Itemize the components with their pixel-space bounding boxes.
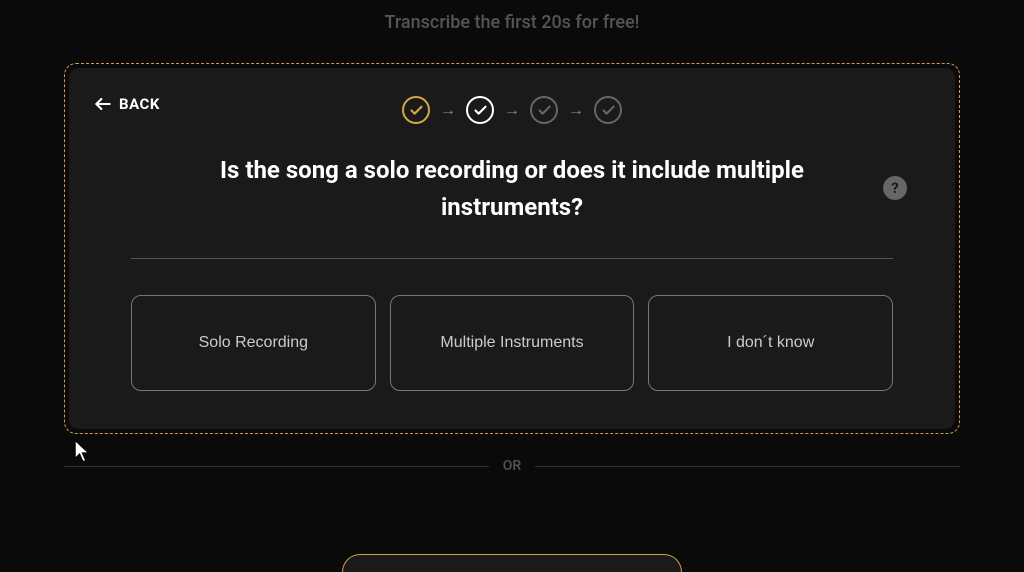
check-icon: [409, 103, 424, 118]
divider: [131, 258, 893, 259]
step-4: [594, 96, 622, 124]
back-label: BACK: [119, 95, 160, 113]
promo-banner: Transcribe the first 20s for free!: [0, 0, 1024, 33]
or-divider: OR: [64, 458, 960, 474]
arrow-right-icon: →: [440, 100, 456, 120]
check-icon: [601, 103, 616, 118]
option-dont-know[interactable]: I don´t know: [648, 295, 893, 391]
help-icon[interactable]: ?: [883, 176, 907, 200]
bottom-button-peek: [342, 554, 682, 572]
step-3: [530, 96, 558, 124]
arrow-right-icon: →: [568, 100, 584, 120]
option-multiple-instruments[interactable]: Multiple Instruments: [390, 295, 635, 391]
question-row: Is the song a solo recording or does it …: [131, 152, 893, 226]
question-modal: BACK → → → Is the song a solo recording …: [69, 68, 955, 429]
step-indicator: → → →: [97, 96, 927, 124]
or-label: OR: [489, 458, 535, 474]
back-button[interactable]: BACK: [93, 94, 160, 114]
step-1: [402, 96, 430, 124]
step-2: [466, 96, 494, 124]
check-icon: [473, 103, 488, 118]
option-solo-recording[interactable]: Solo Recording: [131, 295, 376, 391]
check-icon: [537, 103, 552, 118]
question-text: Is the song a solo recording or does it …: [172, 152, 852, 226]
options-row: Solo Recording Multiple Instruments I do…: [131, 295, 893, 391]
arrow-right-icon: →: [504, 100, 520, 120]
or-line-right: [535, 466, 960, 467]
arrow-left-icon: [93, 94, 113, 114]
dashed-container: BACK → → → Is the song a solo recording …: [64, 63, 960, 434]
or-line-left: [64, 466, 489, 467]
